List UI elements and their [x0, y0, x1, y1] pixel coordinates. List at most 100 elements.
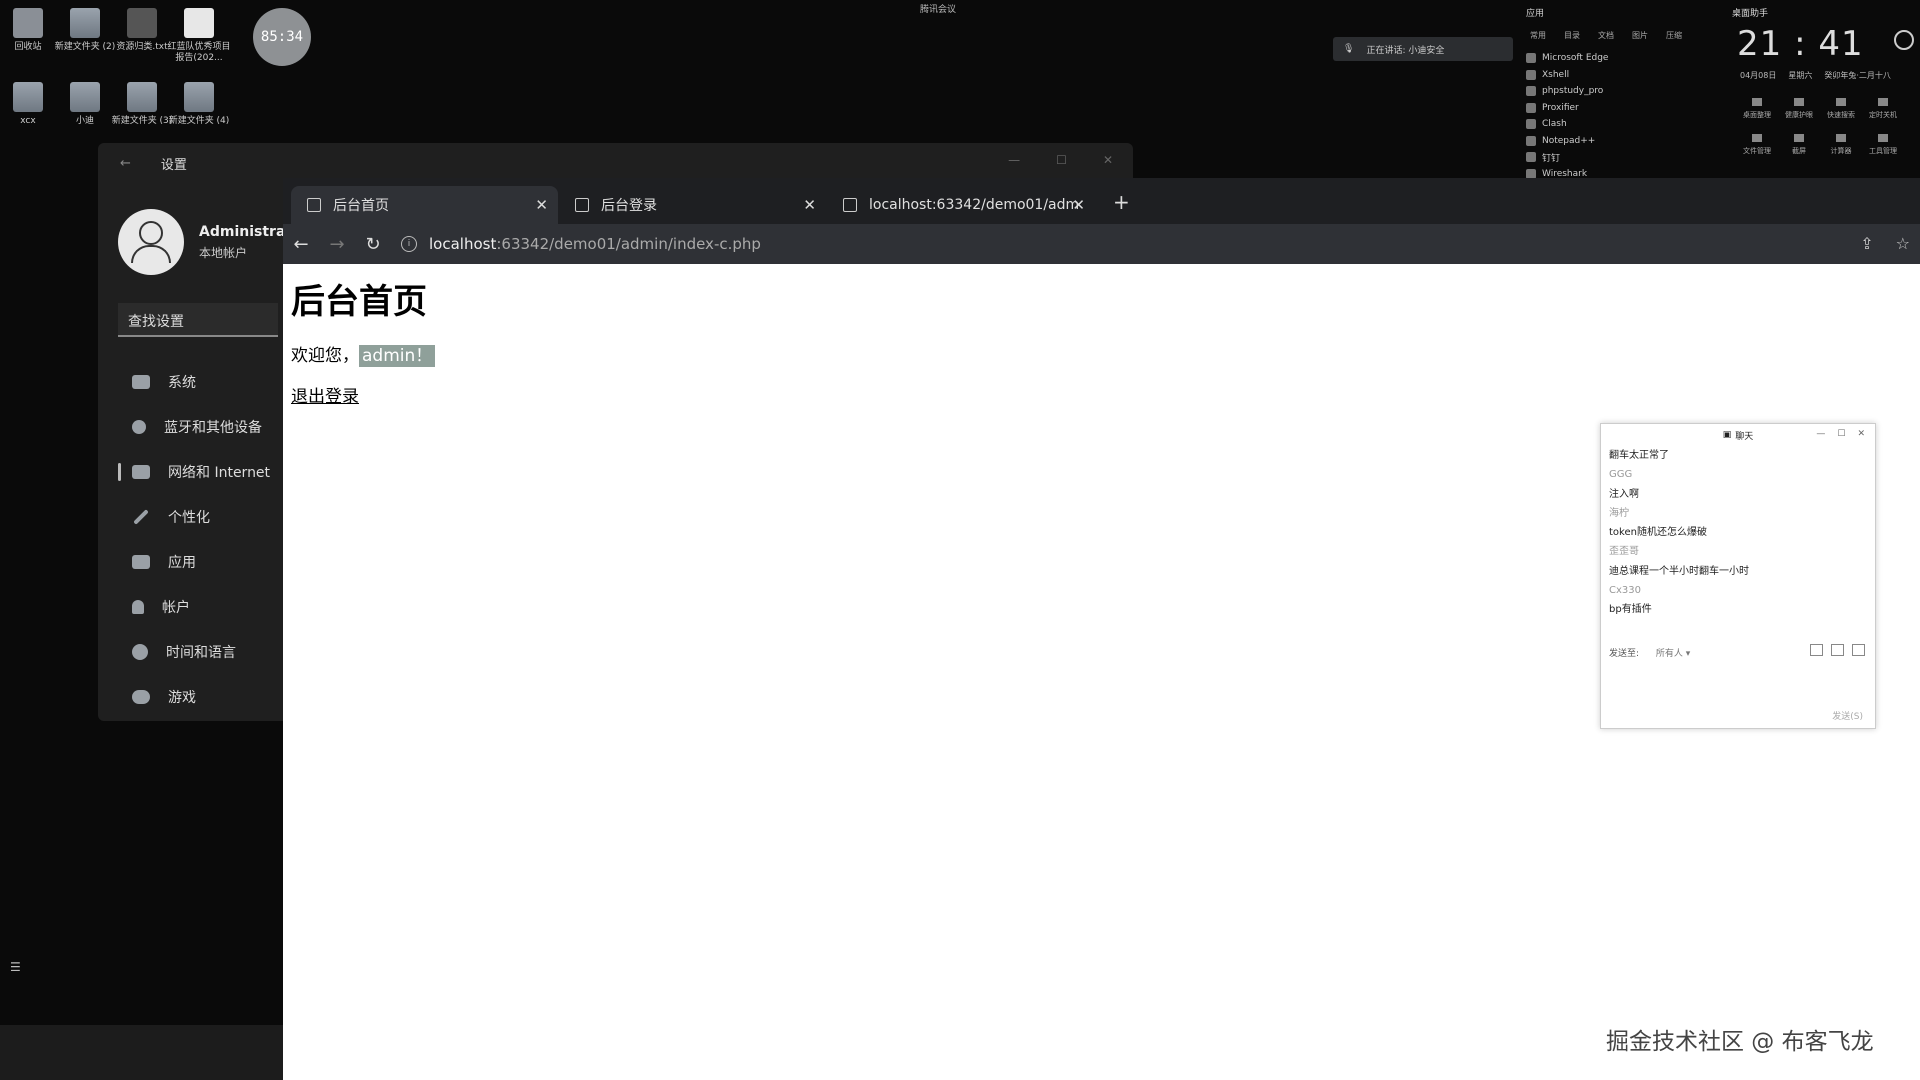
timer-badge[interactable]: 85:34 — [253, 8, 311, 66]
network-icon — [132, 464, 150, 479]
tool-calculator[interactable]: 计算器 — [1820, 134, 1862, 156]
chat-message: bp有插件 — [1609, 604, 1652, 616]
close-tab-icon[interactable]: ✕ — [535, 196, 548, 214]
close-icon[interactable]: ✕ — [1103, 153, 1113, 167]
list-icon[interactable]: ☰ — [10, 960, 21, 974]
share-icon[interactable]: ⇪ — [1860, 234, 1873, 253]
desktop-icon-text-file[interactable]: 资源归类.txt — [110, 8, 174, 53]
globe-icon — [132, 643, 148, 660]
app-item[interactable]: 钉钉 — [1526, 149, 1608, 166]
nav-item-apps[interactable]: 应用 — [118, 539, 270, 584]
browser-toolbar: ← → ↻ i localhost:63342/demo01/admin/ind… — [283, 224, 1920, 264]
screenshot-icon[interactable] — [1831, 644, 1844, 656]
star-icon[interactable]: ☆ — [1896, 234, 1910, 253]
file-icon[interactable] — [1810, 644, 1823, 656]
address-bar[interactable]: i localhost:63342/demo01/admin/index-c.p… — [401, 235, 761, 253]
tool-file-manager[interactable]: 文件管理 — [1736, 134, 1778, 156]
app-label: phpstudy_pro — [1542, 86, 1604, 97]
desktop-icon-folder-3[interactable]: 新建文件夹 (3) — [110, 82, 174, 127]
chat-messages: 翻车太正常了 GGG 注入啊 海柠 token随机还怎么爆破 歪歪哥 迪总课程一… — [1601, 446, 1875, 620]
minimize-icon[interactable]: — — [1008, 153, 1020, 167]
logout-link[interactable]: 退出登录 — [291, 382, 359, 407]
app-label: 钉钉 — [1542, 153, 1561, 164]
tool-eye-care[interactable]: 健康护眼 — [1778, 98, 1820, 120]
chat-window-controls: — ☐ ✕ — [1816, 429, 1865, 439]
tab-localhost[interactable]: localhost:63342/demo01/adm ✕ — [827, 186, 1095, 224]
taskbar-strip — [0, 1025, 283, 1080]
nav-item-gaming[interactable]: 游戏 — [118, 674, 270, 719]
nav-item-accounts[interactable]: 帐户 — [118, 584, 270, 629]
send-button[interactable]: 发送(S) — [1832, 709, 1863, 722]
nav-item-bluetooth[interactable]: 蓝牙和其他设备 — [118, 404, 270, 449]
app-icon — [1526, 119, 1536, 130]
app-icon — [1526, 53, 1536, 64]
date-text: 04月08日 — [1740, 71, 1777, 80]
close-tab-icon[interactable]: ✕ — [1072, 196, 1085, 214]
chat-sender: Cx330 — [1609, 585, 1641, 597]
desktop-icon-report[interactable]: 红蓝队优秀项目报告(202... — [167, 8, 231, 64]
apps-category[interactable]: 图片 — [1632, 30, 1648, 41]
send-to-select[interactable]: 所有人 ▾ — [1656, 649, 1690, 659]
apps-category[interactable]: 压缩 — [1666, 30, 1682, 41]
apps-category[interactable]: 目录 — [1564, 30, 1580, 41]
apps-category[interactable]: 文档 — [1598, 30, 1614, 41]
recycle-bin-icon — [13, 8, 43, 38]
tool-desktop-organize[interactable]: 桌面整理 — [1736, 98, 1778, 120]
desktop-icon-folder-4[interactable]: 新建文件夹 (4) — [167, 82, 231, 127]
tab-admin-login[interactable]: 后台登录 ✕ — [559, 186, 826, 224]
desktop-icon-xcx[interactable]: xcx — [0, 82, 60, 127]
apps-widget: 应用 常用 目录 文档 图片 压缩 Microsoft Edge Xshell … — [1522, 0, 1722, 179]
app-item[interactable]: Xshell — [1526, 67, 1608, 84]
tool-manager[interactable]: 工具管理 — [1862, 134, 1904, 156]
apps-categories: 常用 目录 文档 图片 压缩 — [1530, 30, 1682, 41]
close-icon[interactable]: ✕ — [1857, 429, 1865, 439]
maximize-icon[interactable]: ☐ — [1837, 429, 1845, 439]
nav-label: 应用 — [168, 554, 196, 571]
meeting-indicator[interactable]: 腾讯会议 — [920, 2, 956, 15]
reload-icon[interactable]: ↻ — [355, 234, 391, 255]
nav-item-time-language[interactable]: 时间和语言 — [118, 629, 270, 674]
back-arrow-icon[interactable]: ← — [120, 156, 131, 171]
maximize-icon[interactable]: ☐ — [1056, 153, 1067, 167]
info-icon[interactable]: i — [401, 236, 417, 252]
desktop-icon-folder-2[interactable]: 新建文件夹 (2) — [53, 8, 117, 53]
nav-item-system[interactable]: 系统 — [118, 359, 270, 404]
desktop-icon-label: 资源归类.txt — [116, 42, 168, 52]
nav-item-personalization[interactable]: 个性化 — [118, 494, 270, 539]
tool-quick-search[interactable]: 快速搜索 — [1820, 98, 1862, 120]
clock-widget: 桌面助手 21 : 41 04月08日 星期六 癸卯年兔·二月十八 桌面整理 健… — [1728, 0, 1920, 175]
tool-screenshot[interactable]: 截屏 — [1778, 134, 1820, 156]
app-item[interactable]: Microsoft Edge — [1526, 50, 1608, 67]
forward-icon[interactable]: → — [319, 234, 355, 255]
avatar[interactable] — [118, 209, 184, 275]
page-icon — [575, 198, 589, 212]
apps-category[interactable]: 常用 — [1530, 30, 1546, 41]
new-tab-button[interactable]: + — [1113, 190, 1130, 214]
close-tab-icon[interactable]: ✕ — [803, 196, 816, 214]
app-item[interactable]: Notepad++ — [1526, 133, 1608, 150]
back-icon[interactable]: ← — [283, 234, 319, 255]
app-item[interactable]: Proxifier — [1526, 100, 1608, 117]
desktop-icon-recycle-bin[interactable]: 回收站 — [0, 8, 60, 53]
apps-widget-title: 应用 — [1526, 9, 1545, 19]
settings-search-input[interactable]: 查找设置 — [118, 303, 278, 337]
minimize-icon[interactable]: — — [1816, 429, 1825, 439]
page-icon — [307, 198, 321, 212]
page-icon — [843, 198, 857, 212]
brightness-icon[interactable] — [1894, 30, 1914, 50]
desktop-icon-xiaodi[interactable]: 小迪 — [53, 82, 117, 127]
desktop-icon-label: 新建文件夹 (2) — [54, 42, 116, 52]
folder-icon — [70, 8, 100, 38]
folder-icon — [13, 82, 43, 112]
url-host: localhost — [429, 235, 497, 253]
app-item[interactable]: Clash — [1526, 116, 1608, 133]
app-item[interactable]: phpstudy_pro — [1526, 83, 1608, 100]
speaking-text: 正在讲话: 小迪安全 — [1366, 45, 1445, 56]
person-icon[interactable] — [1852, 644, 1865, 656]
tab-admin-home[interactable]: 后台首页 ✕ — [291, 186, 558, 224]
tool-shutdown-timer[interactable]: 定时关机 — [1862, 98, 1904, 120]
app-icon — [1526, 69, 1536, 80]
nav-item-network[interactable]: 网络和 Internet — [118, 449, 270, 494]
text-file-icon — [127, 8, 157, 38]
nav-label: 系统 — [168, 374, 196, 391]
